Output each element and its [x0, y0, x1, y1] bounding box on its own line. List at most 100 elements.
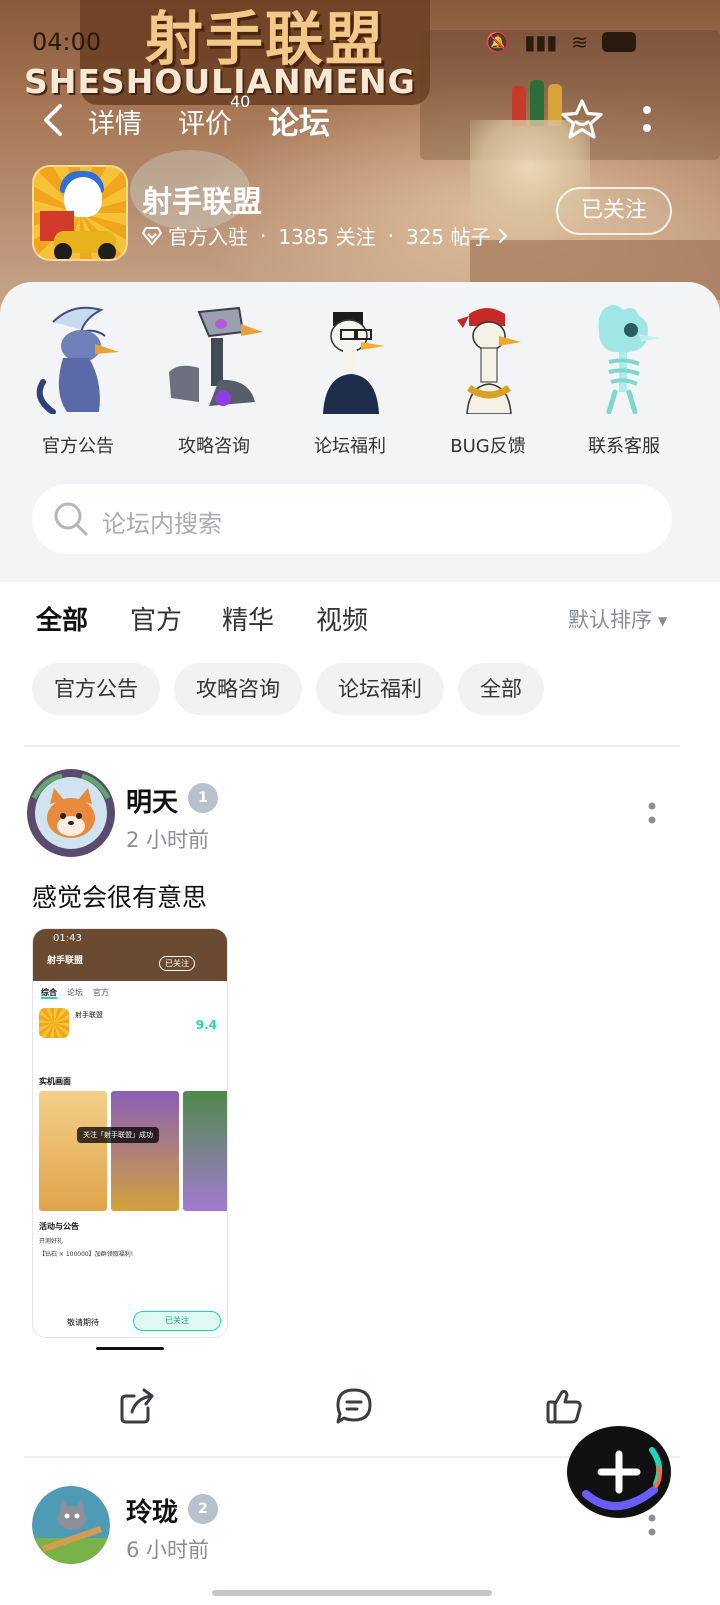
chip-all[interactable]: 全部 [458, 663, 544, 715]
post-author-name[interactable]: 玲珑 [126, 1492, 178, 1529]
quick-link-label: 联系客服 [588, 436, 660, 457]
screenshot-header: 01:43 射手联盟 已关注 [33, 929, 227, 981]
status-icons: 🔕 ▮▮▮ ≋ 3 [485, 30, 636, 54]
game-icon[interactable] [32, 165, 128, 261]
chip-announcements[interactable]: 官方公告 [32, 663, 160, 715]
like-thumb-icon[interactable] [544, 1386, 584, 1426]
wifi-icon: ≋ [571, 30, 588, 54]
quick-link-announcements[interactable]: 官方公告 [18, 302, 138, 458]
user-level-badge: 1 [188, 783, 218, 813]
search-placeholder: 论坛内搜索 [102, 510, 222, 538]
shiba-dog-avatar-icon [27, 769, 115, 857]
quick-link-benefits[interactable]: 论坛福利 [290, 302, 410, 458]
quick-link-customer-service[interactable]: 联系客服 [564, 302, 684, 458]
tab-reviews[interactable]: 评价 [178, 102, 232, 141]
post-time: 2 小时前 [126, 828, 210, 852]
post-author-name[interactable]: 明天 [126, 782, 178, 819]
separator-dot: · [260, 223, 267, 248]
bandana-goose-character-icon [457, 308, 521, 415]
tab-details[interactable]: 详情 [88, 102, 142, 141]
icon-wheel [98, 243, 116, 259]
game-title: 射手联盟 [142, 185, 262, 220]
official-diamond-icon [142, 226, 162, 245]
screenshot-activity-line: 开测好礼 [39, 1238, 64, 1245]
tab-forum-label: 论坛 [268, 106, 330, 142]
screenshot-title: 射手联盟 [47, 956, 84, 966]
screenshot-toast: 关注「射手联盟」成功 [77, 1127, 159, 1143]
official-label: 官方入驻 [168, 225, 248, 249]
post-image-screenshot[interactable]: 01:43 射手联盟 已关注 综合 论坛 官方 射手联盟 9.4 实机画面 关注「射… [32, 928, 228, 1338]
back-icon[interactable] [36, 100, 72, 140]
screenshot-bottom-left: 敬请期待 [67, 1318, 99, 1327]
filter-tab-label: 全部 [36, 606, 89, 636]
screenshot-bottom-bar: 敬请期待 已关注 [33, 1307, 227, 1337]
quick-link-label: 官方公告 [42, 436, 114, 457]
top-nav: 详情 评价 40 论坛 [0, 90, 720, 150]
tab-forum[interactable]: 论坛 [268, 98, 330, 149]
comment-icon[interactable] [334, 1386, 374, 1426]
mute-icon: 🔕 [485, 30, 511, 54]
post-author-avatar[interactable] [26, 768, 116, 858]
icon-wheel [54, 243, 72, 259]
screenshot-score: 9.4 [195, 1018, 217, 1032]
screenshot-tab: 官方 [93, 988, 109, 997]
screenshot-game-icon [39, 1008, 69, 1038]
favorite-star-icon[interactable] [560, 98, 604, 142]
sort-label: 默认排序 [568, 608, 652, 632]
blue-heron-character-icon [36, 306, 119, 415]
image-indicator [96, 1347, 164, 1350]
screenshot-activity-title: 活动与公告 [39, 1222, 79, 1231]
category-chips: 官方公告 攻略咨询 论坛福利 全部 [32, 663, 544, 715]
signal-icon: ▮▮▮ [524, 30, 558, 54]
quick-link-bug-report[interactable]: BUG反馈 [428, 302, 548, 458]
reviews-count-badge: 40 [230, 92, 251, 111]
quick-link-label: 攻略咨询 [178, 436, 250, 457]
quick-link-guides[interactable]: 攻略咨询 [154, 302, 274, 458]
glasses-goose-character-icon [323, 312, 385, 414]
share-icon[interactable] [118, 1386, 158, 1426]
gameplay-shot [39, 1091, 107, 1211]
forum-search-input[interactable]: 论坛内搜索 [32, 484, 672, 554]
status-time: 04:00 [32, 28, 102, 56]
chip-guides[interactable]: 攻略咨询 [174, 663, 302, 715]
cat-avatar-icon [32, 1486, 110, 1564]
post-author-avatar[interactable] [32, 1486, 110, 1564]
gameplay-shot [111, 1091, 179, 1211]
screenshot-game-name: 射手联盟 [75, 1011, 103, 1019]
filter-tab-official[interactable]: 官方 [130, 600, 182, 637]
filter-tab-all[interactable]: 全部 [36, 600, 89, 643]
screenshot-tab: 综合 [41, 988, 57, 999]
screenshot-time: 01:43 [53, 933, 82, 944]
followers-count: 1385 关注 [278, 225, 376, 249]
screenshot-tabs: 综合 论坛 官方 [33, 981, 227, 1004]
more-menu-icon[interactable] [640, 102, 654, 138]
sort-dropdown[interactable]: 默认排序 ▼ [568, 604, 667, 634]
screenshot-activity-line: 【钻石 × 100000】加群领取福利! [39, 1251, 134, 1258]
separator-dot: · [387, 223, 394, 248]
divider [24, 745, 680, 747]
screenshot-section-title: 实机画面 [39, 1077, 71, 1086]
filter-tab-featured[interactable]: 精华 [222, 600, 274, 637]
search-icon [54, 502, 88, 536]
create-post-button[interactable] [566, 1424, 672, 1520]
gameplay-shot [183, 1091, 227, 1211]
chevron-right-icon [498, 228, 508, 243]
quick-link-label: BUG反馈 [450, 436, 526, 457]
game-info: 射手联盟 官方入驻 · 1385 关注 · 325 帖子 已关注 [0, 165, 720, 265]
post-more-icon[interactable] [646, 800, 658, 828]
posts-count: 325 帖子 [405, 225, 491, 249]
battery-icon: 3 [602, 32, 636, 52]
ghost-skeleton-character-icon [598, 305, 659, 415]
game-meta[interactable]: 官方入驻 · 1385 关注 · 325 帖子 [142, 221, 509, 250]
post-time: 6 小时前 [126, 1538, 210, 1562]
screenshot-tab: 论坛 [67, 988, 83, 997]
screenshot-follow: 已关注 [159, 956, 195, 971]
follow-button[interactable]: 已关注 [556, 187, 672, 235]
screenshot-game-card: 射手联盟 9.4 [39, 1006, 221, 1048]
filter-tab-video[interactable]: 视频 [316, 600, 368, 637]
robot-bird-character-icon [169, 306, 263, 406]
filter-tabs: 全部 官方 精华 视频 默认排序 ▼ [0, 596, 720, 646]
chip-benefits[interactable]: 论坛福利 [316, 663, 444, 715]
caret-down-icon: ▼ [658, 614, 668, 628]
screenshot-gameplay-images: 关注「射手联盟」成功 [33, 1091, 227, 1211]
